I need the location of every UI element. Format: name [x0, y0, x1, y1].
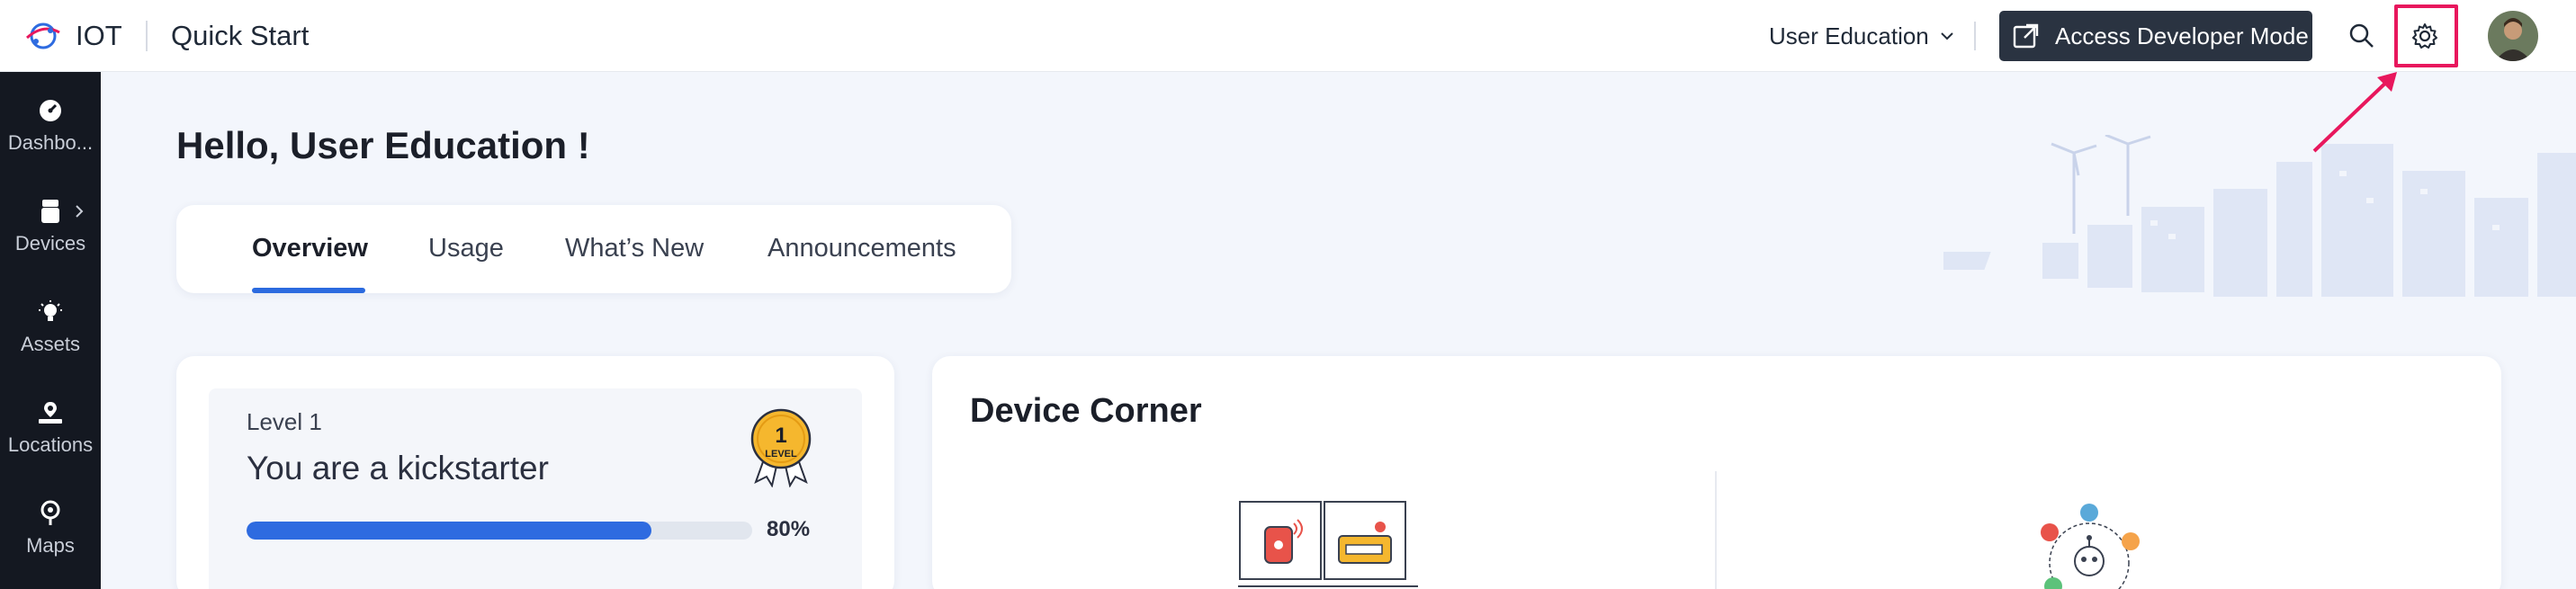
sidebar-item-label: Maps — [26, 534, 75, 557]
iot-logo-icon[interactable] — [23, 18, 63, 54]
search-button[interactable] — [2344, 18, 2380, 54]
sidebar-item-locations[interactable]: Locations — [0, 379, 101, 469]
badge-number: 1 — [775, 424, 786, 448]
sidebar-item-label: Dashbo... — [7, 131, 94, 154]
city-skyline-illustration — [1943, 135, 2576, 297]
level-card: Level 1 You are a kickstarter 80% 1 LEVE… — [176, 356, 894, 589]
sidebar-item-label: Locations — [7, 433, 94, 456]
page-title: Quick Start — [171, 20, 310, 51]
chevron-down-icon — [1941, 32, 1953, 40]
active-tab-indicator — [252, 288, 365, 293]
sidebar-item-devices[interactable]: Devices — [0, 178, 101, 268]
overview-tabs: Overview Usage What’s New Announcements — [176, 205, 1011, 293]
chevron-right-icon — [76, 205, 84, 218]
org-selector-label: User Education — [1769, 22, 1929, 49]
level-progress-text: 80% — [767, 517, 811, 541]
location-icon — [35, 397, 66, 428]
robot-illustration — [2041, 504, 2140, 589]
sidebar-item-dashboard[interactable]: Dashbo... — [0, 77, 101, 167]
org-selector[interactable]: User Education — [1769, 18, 1956, 54]
sidebar-item-label: Devices — [14, 232, 86, 254]
tab-overview[interactable]: Overview — [252, 232, 368, 264]
dashboard-icon — [35, 95, 66, 126]
device-corner-title: Device Corner — [970, 392, 1202, 430]
divider — [146, 21, 148, 51]
top-bar: IOT Quick Start User Education Access De… — [0, 0, 2576, 72]
search-icon — [2349, 23, 2374, 48]
device-corner-card: Device Corner — [932, 356, 2501, 589]
greeting-heading: Hello, User Education ! — [176, 124, 590, 166]
tab-whats-new[interactable]: What’s New — [565, 232, 704, 264]
settings-highlight-box — [2394, 4, 2458, 67]
divider — [1974, 22, 1976, 50]
tab-announcements[interactable]: Announcements — [767, 232, 956, 264]
tab-usage[interactable]: Usage — [428, 232, 504, 264]
divider — [1715, 471, 1717, 589]
sidebar: Dashbo... Devices Assets Locations Maps — [0, 72, 101, 589]
sidebar-item-maps[interactable]: Maps — [0, 480, 101, 570]
brand-name: IOT — [76, 20, 122, 51]
sidebar-item-assets[interactable]: Assets — [0, 279, 101, 369]
access-developer-mode-button[interactable]: Access Developer Mode — [1999, 11, 2312, 61]
level-status: You are a kickstarter — [247, 450, 549, 486]
level-progress-fill — [247, 522, 651, 540]
level-progress-bar — [247, 522, 752, 540]
badge-text: LEVEL — [765, 449, 797, 460]
external-link-icon — [2013, 23, 2039, 49]
level-panel: Level 1 You are a kickstarter 80% 1 LEVE… — [209, 388, 862, 589]
asset-icon — [35, 297, 66, 327]
device-icon — [35, 196, 66, 227]
sidebar-item-label: Assets — [20, 333, 81, 355]
access-developer-mode-label: Access Developer Mode — [2055, 22, 2309, 49]
map-pin-icon — [35, 498, 66, 529]
level-label: Level 1 — [247, 408, 322, 435]
device-illustration — [1238, 501, 1418, 587]
annotation-arrow — [2312, 72, 2397, 153]
level-badge-icon: 1 LEVEL — [750, 408, 812, 487]
avatar[interactable] — [2488, 11, 2538, 61]
